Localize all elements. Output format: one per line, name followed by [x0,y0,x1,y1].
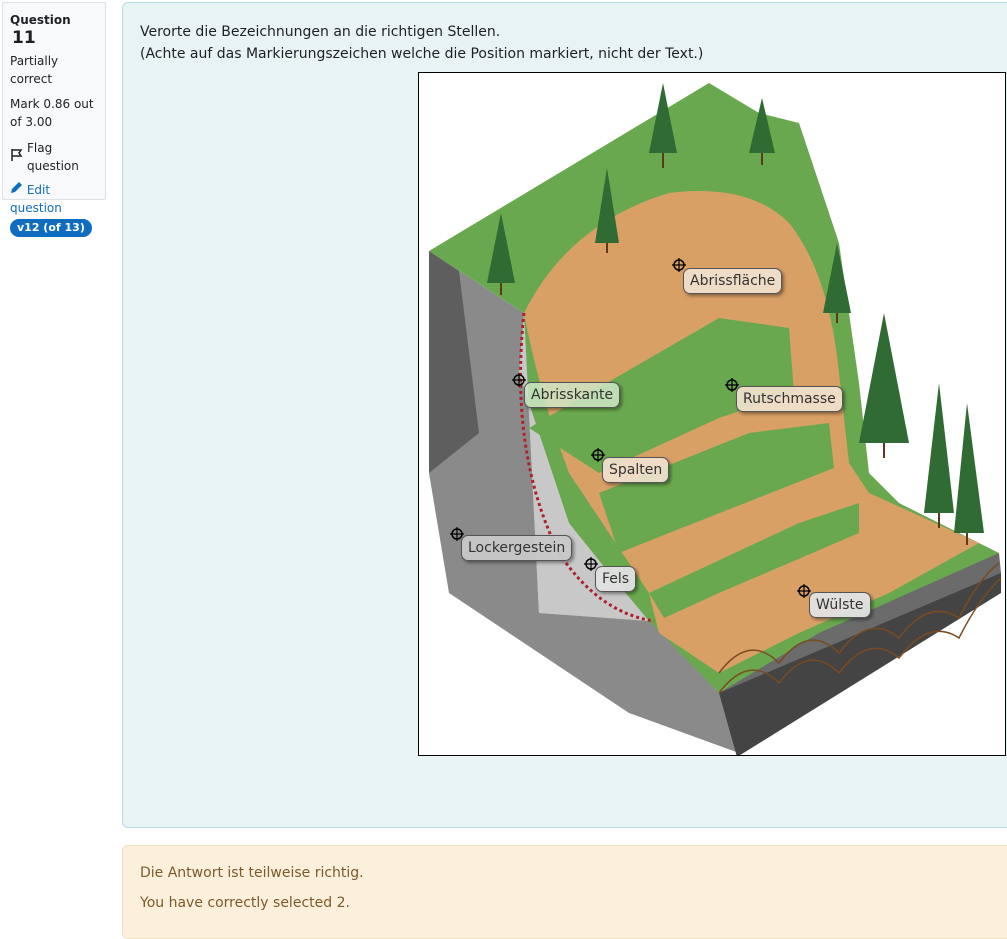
question-number: 11 [12,28,36,48]
question-prefix: Question [10,13,71,27]
question-mark: Mark 0.86 out of 3.00 [10,97,94,129]
drag-label-spalten[interactable]: Spalten [602,457,670,483]
drag-label-abrisskante[interactable]: Abrisskante [524,382,621,408]
pencil-icon [10,182,27,197]
feedback-line1: Die Antwort ist teilweise richtig. [140,865,364,881]
question-text: Verorte die Bezeichnungen an die richtig… [140,21,703,65]
question-text-line2: (Achte auf das Markierungszeichen welche… [140,46,704,62]
flag-question-label: Flag question [27,141,79,173]
edit-question-link[interactable]: Edit question [10,181,98,217]
landslide-block-diagram [429,83,1002,755]
drag-label-fels[interactable]: Fels [595,566,637,592]
question-text-line1: Verorte die Bezeichnungen an die richtig… [140,24,501,40]
flag-question-button[interactable]: Flag question [10,139,98,175]
drag-label-lockergestein[interactable]: Lockergestein [461,535,573,561]
drop-zone-image[interactable]: Abrissfläche Abrisskante Rutschmasse Spa… [418,72,1006,756]
flag-icon [10,148,24,167]
question-info-panel: Question 11 Partially correct Mark 0.86 … [2,2,106,237]
question-number-heading: Question 11 [10,11,98,48]
question-content: Verorte die Bezeichnungen an die richtig… [122,2,1007,828]
feedback-panel: Die Antwort ist teilweise richtig. You h… [122,845,1007,939]
drag-label-abrissflaeche[interactable]: Abrissfläche [683,268,783,294]
version-badge: v12 (of 13) [10,219,92,237]
drag-label-rutschmasse[interactable]: Rutschmasse [736,386,843,412]
feedback-line2: You have correctly selected 2. [140,895,350,911]
drag-label-wulste[interactable]: Wülste [809,592,871,618]
question-state: Partially correct [10,54,59,86]
